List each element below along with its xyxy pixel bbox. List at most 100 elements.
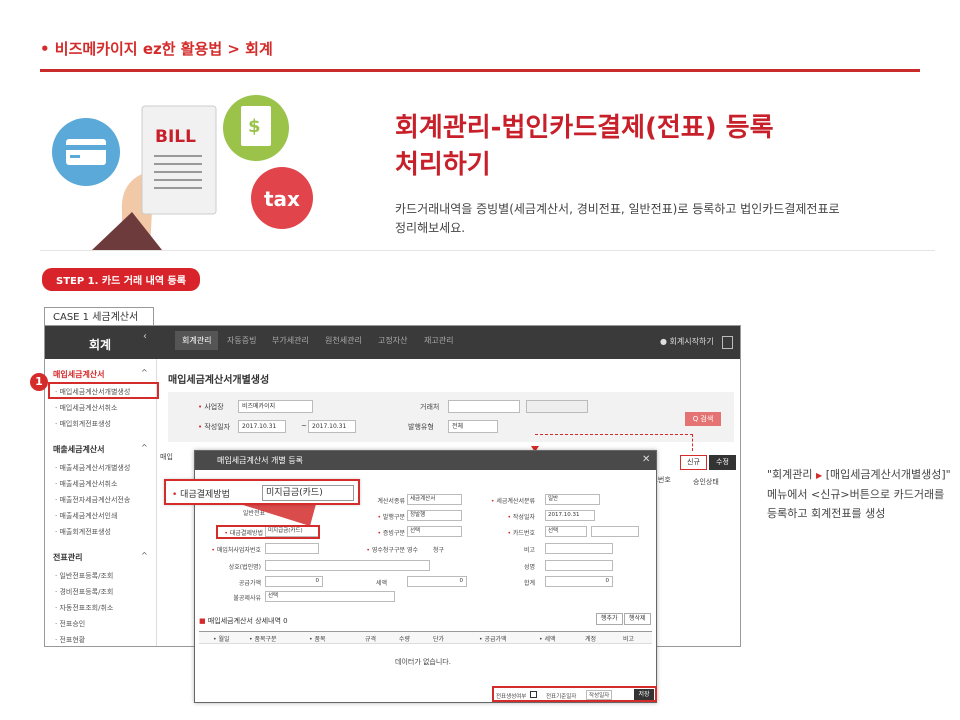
footer-highlight-box: 전표생성여부 전표기준일자 작성일자 저장 [492,686,657,702]
nav-tab-accounting[interactable]: 회계관리 [175,331,219,350]
sidebar-item-purchase-voucher[interactable]: · 매입회계전표생성 [55,419,111,429]
chevron-up-icon[interactable]: ^ [141,443,148,452]
play-arrow-icon: ▶ [816,471,823,480]
receipt-radio-receipt[interactable]: 영수 [407,545,418,554]
card-no-label: 카드번호 [475,528,535,537]
tax-class-select[interactable]: 일반 [545,494,600,505]
card-name-field [591,526,639,537]
col-item: • 품목 [309,636,326,643]
zoom-callout: 대금결제방법 미지급금(카드) [164,479,360,505]
add-row-button[interactable]: 행추가 [596,613,623,625]
total-field: 0 [545,576,613,587]
voucher-date-label: 전표기준일자 [546,694,577,700]
nav-tab-inventory[interactable]: 재고관리 [424,335,453,346]
col-tax: • 세액 [539,636,556,643]
section-divider [40,250,935,251]
auto-voucher-checkbox[interactable] [530,691,537,698]
step-number-badge: 1 [30,373,48,391]
sidebar-item-sales-print[interactable]: · 매출세금계산서인쇄 [55,511,117,521]
biz-no-label: 매입처사업자번호 [195,545,261,554]
edit-button[interactable]: 수정 [709,455,736,470]
sidebar-item-voucher-status[interactable]: · 전표현황 [55,635,85,645]
issue-type-label: 발행유형 [408,423,434,431]
tax-amount-label: 세액 [375,580,387,587]
detail-table-header: • 월일 • 품목구분 • 품목 규격 수량 단가 • 공급가액 • 세액 계정… [199,631,652,644]
tax-type-select[interactable]: 세금계산서 [407,494,462,505]
instruction-line3: 등록하고 회계전표를 생성 [767,507,886,520]
tax-class-label: 세금계산서분류 [475,496,535,505]
sidebar-item-purchase-cancel[interactable]: · 매입세금계산서취소 [55,403,117,413]
nav-tab-auto-evidence[interactable]: 자동증빙 [227,335,256,346]
sidebar-group-sales-tax[interactable]: 매출세금계산서 [53,444,105,455]
collapse-sidebar-icon[interactable]: ‹ [143,331,147,342]
step-badge: STEP 1. 카드 거래 내역 등록 [42,268,200,291]
sidebar-group-voucher[interactable]: 전표관리 [53,552,82,563]
site-select[interactable]: 비즈메카이지 [238,400,313,413]
nav-tab-withholding[interactable]: 원천세관리 [325,335,362,346]
detail-section-title: 매입세금계산서 상세내역 0 [199,616,288,626]
bill-receipt-icon [141,105,217,215]
list-title: 매입 [160,453,173,461]
col-item-type: • 품목구분 [249,636,277,643]
total-label: 합계 [523,580,535,587]
nav-tab-vat[interactable]: 부가세관리 [272,335,309,346]
sidebar-item-general-voucher[interactable]: · 일반전표등록/조회 [55,571,113,581]
instruction-line2: 메뉴에서 <신규>버튼으로 카드거래를 [767,488,945,501]
issue-type-select[interactable]: 전체 [448,420,498,433]
voucher-date-select[interactable]: 작성일자 [586,690,613,700]
start-accounting-link[interactable]: ● 회계시작하기 [660,336,714,347]
breadcrumb: • 비즈메카이지 ez한 활용법 > 회계 [40,40,273,58]
auto-voucher-label: 전표생성여부 [496,694,527,700]
supply-label: 공급가액 [238,580,261,587]
bill-text: BILL [155,127,196,147]
date-from-input[interactable]: 2017.10.31 [238,420,286,433]
tax-text: tax [264,187,300,211]
instruction-note: "회계관리 ▶ [매입세금계산서개별생성]" 메뉴에서 <신규>버튼으로 카드거… [767,465,957,523]
chevron-up-icon[interactable]: ^ [141,551,148,560]
new-button[interactable]: 신규 [680,455,707,470]
page-title: 회계관리-법인카드결제(전표) 등록 처리하기 [395,110,895,184]
sidebar-item-sales-send[interactable]: · 매출전자세금계산서전송 [55,495,130,505]
svg-text:$: $ [248,116,261,137]
issue-select[interactable]: 정발행 [407,510,462,521]
vendor-input[interactable] [448,400,520,413]
sidebar-item-sales-create[interactable]: · 매출세금계산서개별생성 [55,463,130,473]
delete-row-button[interactable]: 행삭제 [624,613,651,625]
col-date: • 월일 [213,636,230,643]
sidebar-item-voucher-approve[interactable]: · 전표승인 [55,619,85,629]
instruction-line1-prefix: "회계관리 [767,468,813,481]
callout-select: 미지급금(카드) [262,485,354,501]
issue-label: 발행구분 [355,512,405,521]
memo-input[interactable] [545,543,613,554]
biz-no-input[interactable] [265,543,319,554]
tax-type-label: 계산서종류 [377,498,405,505]
chevron-up-icon[interactable]: ^ [141,368,148,377]
receipt-radio-claim[interactable]: 청구 [433,545,444,554]
card-payment-illustration: BILL $ tax [52,95,313,250]
evidence-select[interactable]: 선택 [407,526,462,537]
close-icon[interactable]: ✕ [642,454,650,465]
col-supply: • 공급가액 [479,636,507,643]
date-to-input[interactable]: 2017.10.31 [308,420,356,433]
sidebar-item-purchase-create[interactable]: · 매입세금계산서개별생성 [55,387,130,397]
date-label: 작성일자 [198,422,230,432]
sidebar-item-auto-voucher[interactable]: · 자동전표조회/취소 [55,603,113,613]
non-deduct-select[interactable]: 선택 [265,591,395,602]
company-field [265,560,430,571]
non-deduct-label: 불공제사유 [233,595,261,602]
page-description-line1: 카드거래내역을 증빙별(세금계산서, 경비전표, 일반전표)로 등록하고 법인카… [395,202,840,216]
sidebar-group-purchase-tax[interactable]: 매입세금계산서 [53,369,105,380]
search-button[interactable]: Q 검색 [685,412,721,426]
sidebar-item-expense-voucher[interactable]: · 경비전표등록/조회 [55,587,113,597]
page-description: 카드거래내역을 증빙별(세금계산서, 경비전표, 일반전표)로 등록하고 법인카… [395,200,875,238]
instruction-line1-suffix: [매입세금계산서개별생성]" [825,468,951,481]
write-date-input[interactable]: 2017.10.31 [545,510,595,521]
save-button[interactable]: 저장 [634,689,654,700]
connector-dashed-line [535,434,693,451]
sidebar-item-sales-cancel[interactable]: · 매출세금계산서취소 [55,479,117,489]
col-qty: 수량 [399,636,411,643]
nav-tab-fixed-assets[interactable]: 고정자산 [378,335,407,346]
calculator-icon[interactable] [722,336,733,349]
card-no-select[interactable]: 선택 [545,526,587,537]
sidebar-item-sales-voucher[interactable]: · 매출회계전표생성 [55,527,111,537]
